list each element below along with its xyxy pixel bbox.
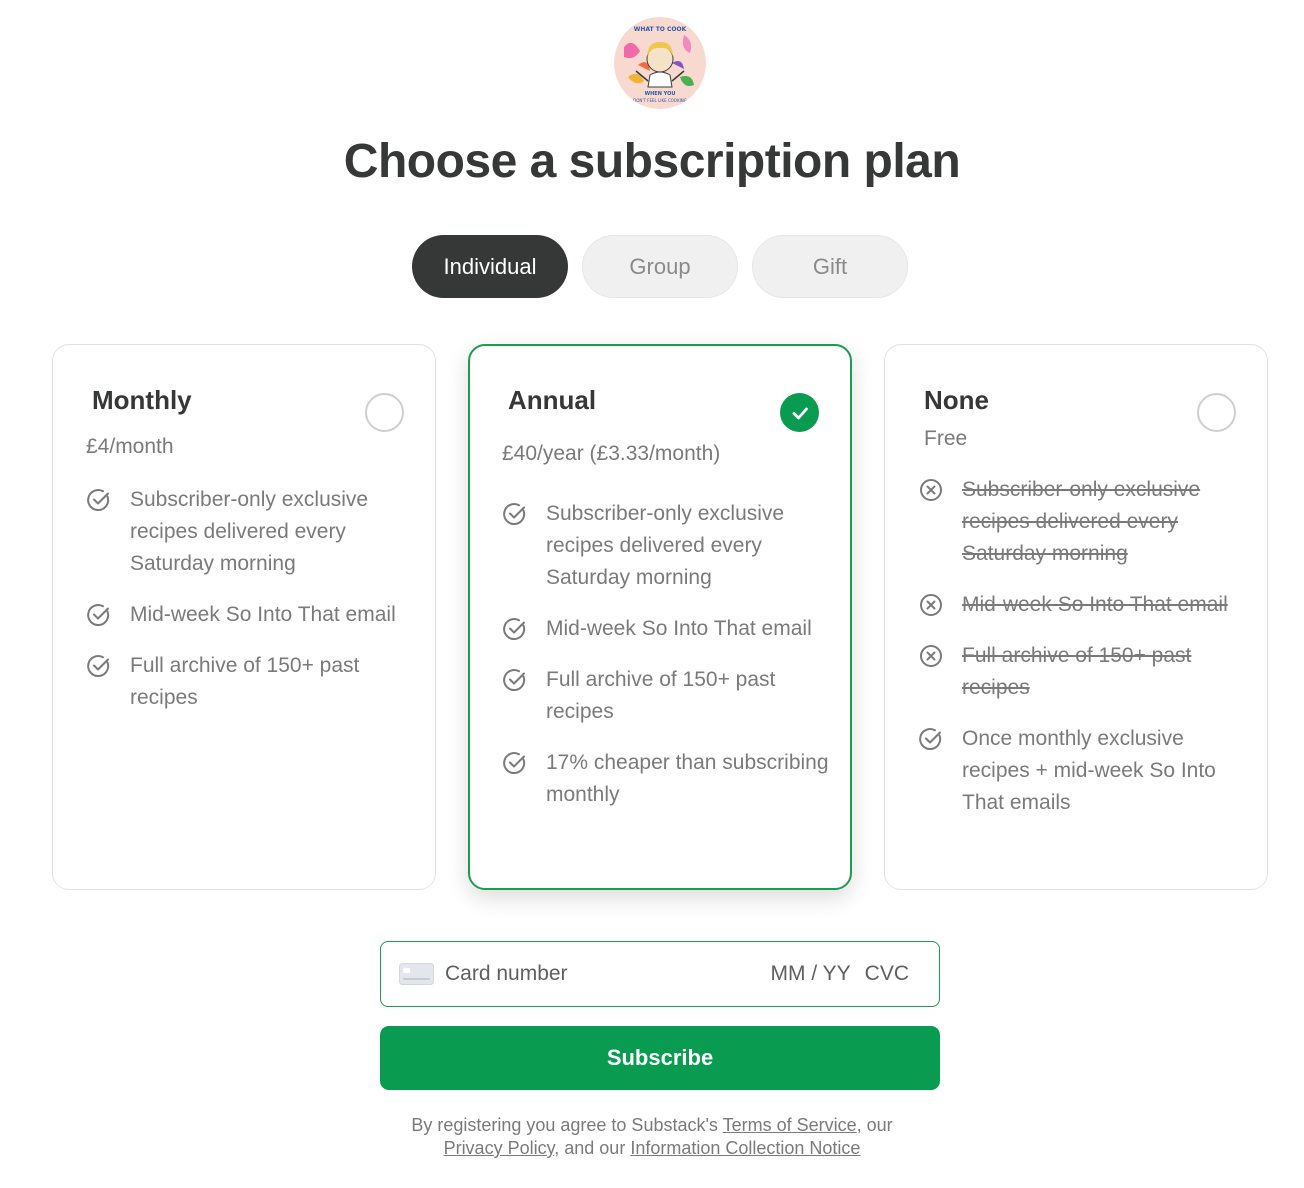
feature-item: Mid-week So Into That email: [502, 613, 830, 645]
plan-price: £4/month: [86, 435, 174, 458]
publication-logo: WHAT TO COOK WHEN YOU DON'T FEEL LIKE CO…: [614, 17, 706, 109]
plan-type-tabs: Individual Group Gift: [412, 235, 908, 298]
check-circle-icon: [503, 618, 526, 640]
x-circle-icon: [920, 645, 942, 667]
feature-item: Full archive of 150+ past recipes: [502, 664, 830, 728]
tab-individual[interactable]: Individual: [412, 235, 568, 298]
check-circle-icon: [87, 489, 110, 511]
plan-radio-checked[interactable]: [780, 393, 819, 432]
check-circle-icon: [503, 752, 526, 774]
expiry-placeholder[interactable]: MM / YY: [771, 962, 851, 986]
feature-item: Mid-week So Into That email: [86, 599, 415, 631]
feature-text: Subscriber-only exclusive recipes delive…: [546, 502, 785, 589]
plan-title: Annual: [508, 385, 597, 415]
card-number-placeholder: Card number: [445, 962, 568, 985]
x-circle-icon: [920, 594, 942, 616]
feature-text: Subscriber-only exclusive recipes delive…: [130, 488, 369, 575]
checkmark-icon: [792, 407, 808, 419]
feature-item: Full archive of 150+ past recipes: [86, 650, 415, 714]
feature-text: Full archive of 150+ past recipes: [130, 654, 360, 709]
information-collection-notice-link[interactable]: Information Collection Notice: [630, 1138, 860, 1158]
logo-text-mid: WHEN YOU: [645, 91, 676, 97]
feature-item-excluded: Mid-week So Into That email: [918, 589, 1247, 621]
plan-radio-unchecked[interactable]: [1197, 393, 1236, 432]
feature-list: Subscriber-only exclusive recipes delive…: [502, 498, 830, 830]
subscribe-button[interactable]: Subscribe: [380, 1026, 940, 1090]
plan-card-annual[interactable]: Annual £40/year (£3.33/month) Subscriber…: [468, 344, 852, 890]
feature-text: Once monthly exclusive recipes + mid-wee…: [962, 727, 1216, 814]
feature-item-excluded: Subscriber-only exclusive recipes delive…: [918, 474, 1247, 570]
plan-price: Free: [924, 427, 968, 450]
check-circle-icon: [503, 503, 526, 525]
feature-text: Mid-week So Into That email: [130, 603, 396, 626]
page-title: Choose a subscription plan: [343, 135, 961, 188]
terms-of-service-link[interactable]: Terms of Service: [723, 1115, 857, 1135]
legal-notice: By registering you agree to Substack's T…: [0, 1114, 1304, 1160]
feature-item: 17% cheaper than subscribing monthly: [502, 747, 830, 811]
check-circle-icon: [503, 669, 526, 691]
feature-text: Subscriber-only exclusive recipes delive…: [962, 478, 1201, 565]
credit-card-icon: [399, 963, 434, 985]
plan-card-monthly[interactable]: Monthly £4/month Subscriber-only exclusi…: [52, 344, 436, 890]
feature-list: Subscriber-only exclusive recipes delive…: [918, 474, 1247, 838]
plan-radio-unchecked[interactable]: [365, 393, 404, 432]
feature-item: Once monthly exclusive recipes + mid-wee…: [918, 723, 1247, 819]
plan-title: None: [924, 385, 989, 415]
feature-text: Full archive of 150+ past recipes: [546, 668, 776, 723]
logo-text-bottom: DON'T FEEL LIKE COOKING: [633, 98, 687, 103]
feature-text: 17% cheaper than subscribing monthly: [546, 751, 829, 806]
legal-text: By registering you agree to Substack's: [411, 1115, 723, 1135]
privacy-policy-link[interactable]: Privacy Policy: [444, 1138, 555, 1158]
plan-title: Monthly: [92, 385, 192, 415]
card-number-field[interactable]: Card number MM / YY CVC: [380, 941, 940, 1007]
check-circle-icon: [919, 728, 942, 750]
feature-item: Subscriber-only exclusive recipes delive…: [502, 498, 830, 594]
cvc-placeholder[interactable]: CVC: [865, 962, 909, 986]
check-circle-icon: [87, 604, 110, 626]
legal-text: , and our: [554, 1138, 631, 1158]
check-circle-icon: [87, 655, 110, 677]
feature-item: Subscriber-only exclusive recipes delive…: [86, 484, 415, 580]
feature-text: Mid-week So Into That email: [962, 593, 1228, 616]
feature-text: Full archive of 150+ past recipes: [962, 644, 1192, 699]
feature-list: Subscriber-only exclusive recipes delive…: [86, 484, 415, 733]
logo-text-top: WHAT TO COOK: [634, 26, 687, 33]
feature-item-excluded: Full archive of 150+ past recipes: [918, 640, 1247, 704]
plan-card-none[interactable]: None Free Subscriber-only exclusive reci…: [884, 344, 1268, 890]
tab-gift[interactable]: Gift: [752, 235, 908, 298]
plan-price: £40/year (£3.33/month): [502, 442, 721, 465]
x-circle-icon: [920, 479, 942, 501]
tab-group[interactable]: Group: [582, 235, 738, 298]
legal-text: , our: [856, 1115, 893, 1135]
feature-text: Mid-week So Into That email: [546, 617, 812, 640]
